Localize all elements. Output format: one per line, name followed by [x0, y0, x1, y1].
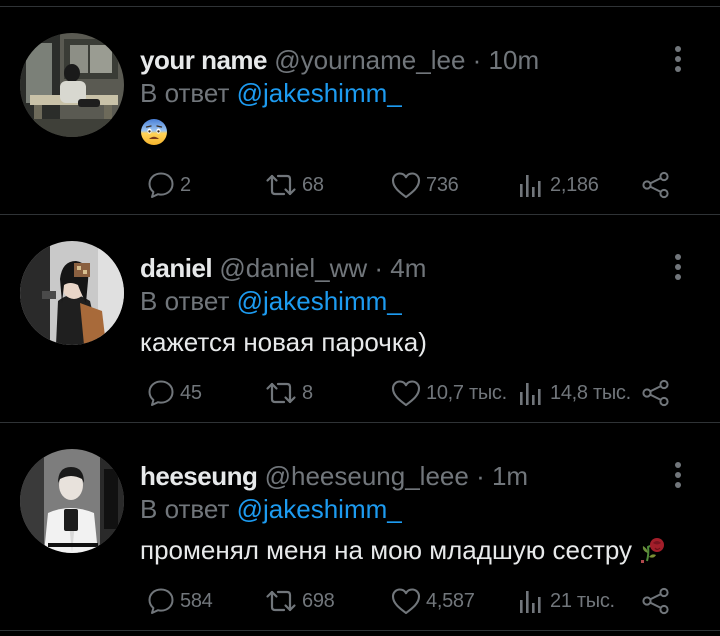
display-name[interactable]: daniel — [140, 253, 213, 283]
display-name[interactable]: heeseung — [140, 461, 258, 491]
username[interactable]: @yourname_lee — [274, 45, 465, 75]
reply-context: В ответ @jakeshimm_ — [140, 77, 402, 109]
tweet-header: heeseung @heeseung_leee · 1m — [140, 459, 528, 493]
more-icon — [675, 46, 681, 52]
retweet-icon — [266, 382, 296, 404]
divider — [0, 630, 720, 631]
avatar-image — [20, 241, 124, 345]
more-icon-dot — [675, 482, 681, 488]
reply-mention[interactable]: @jakeshimm_ — [237, 494, 402, 524]
reply-button[interactable]: 2 — [146, 167, 191, 203]
more-options-button[interactable] — [670, 459, 686, 491]
share-icon — [642, 587, 669, 615]
share-button[interactable] — [640, 583, 672, 619]
more-icon — [675, 254, 681, 260]
timestamp[interactable]: · 4m — [374, 253, 426, 283]
like-button[interactable]: 4,587 — [390, 583, 475, 619]
reply-icon — [148, 172, 174, 198]
tweet-3[interactable]: heeseung @heeseung_leee · 1m В ответ @ja… — [0, 423, 720, 631]
share-icon — [642, 379, 669, 407]
avatar-image — [20, 449, 124, 553]
like-icon — [391, 380, 421, 407]
tweet-header: daniel @daniel_ww · 4m — [140, 251, 426, 285]
more-icon-dot — [675, 472, 681, 478]
reply-count: 45 — [180, 381, 202, 404]
reply-count: 584 — [180, 589, 213, 612]
username[interactable]: @heeseung_leee — [265, 461, 469, 491]
username[interactable]: @daniel_ww — [219, 253, 367, 283]
reply-button[interactable]: 584 — [146, 583, 213, 619]
like-icon — [391, 588, 421, 615]
timestamp[interactable]: · 10m — [473, 45, 539, 75]
reply-prefix: В ответ — [140, 78, 230, 108]
avatar[interactable] — [20, 33, 124, 137]
tweet-2[interactable]: daniel @daniel_ww · 4m В ответ @jakeshim… — [0, 215, 720, 423]
views-count: 14,8 тыс. — [550, 381, 631, 404]
reply-context: В ответ @jakeshimm_ — [140, 493, 402, 525]
tweet-feed: your name @yourname_lee · 10m В ответ @j… — [0, 0, 720, 636]
wilted-rose-emoji — [639, 533, 667, 571]
retweet-button[interactable]: 68 — [264, 167, 324, 203]
share-button[interactable] — [640, 375, 672, 411]
tweet-1[interactable]: your name @yourname_lee · 10m В ответ @j… — [0, 7, 720, 215]
retweet-button[interactable]: 698 — [264, 583, 335, 619]
reply-prefix: В ответ — [140, 494, 230, 524]
tweet-text-content: променял меня на мою младшую сестру — [140, 535, 633, 565]
views-icon — [520, 591, 541, 613]
views-count: 21 тыс. — [550, 589, 615, 612]
reply-count: 2 — [180, 173, 191, 196]
timestamp[interactable]: · 1m — [476, 461, 528, 491]
reply-icon — [148, 380, 174, 406]
tweet-text: променял меня на мою младшую сестру — [140, 533, 667, 571]
like-button[interactable]: 10,7 тыс. — [390, 375, 507, 411]
more-icon — [675, 462, 681, 468]
like-count: 4,587 — [426, 589, 475, 612]
reply-mention[interactable]: @jakeshimm_ — [237, 286, 402, 316]
more-icon-dot — [675, 264, 681, 270]
tweet-text-content: кажется новая парочка) — [140, 327, 427, 357]
tweet-text: кажется новая парочка) — [140, 325, 427, 359]
reply-mention[interactable]: @jakeshimm_ — [237, 78, 402, 108]
like-count: 10,7 тыс. — [426, 381, 507, 404]
views-count: 2,186 — [550, 173, 599, 196]
views-icon — [520, 175, 541, 197]
retweet-button[interactable]: 8 — [264, 375, 313, 411]
more-options-button[interactable] — [670, 251, 686, 283]
tweet-header: your name @yourname_lee · 10m — [140, 43, 539, 77]
reply-button[interactable]: 45 — [146, 375, 202, 411]
tweet-text — [140, 117, 168, 154]
share-button[interactable] — [640, 167, 672, 203]
views-button[interactable]: 2,186 — [516, 167, 599, 203]
more-icon-dot — [675, 56, 681, 62]
reply-prefix: В ответ — [140, 286, 230, 316]
views-button[interactable]: 14,8 тыс. — [516, 375, 631, 411]
more-icon-dot — [675, 274, 681, 280]
avatar[interactable] — [20, 241, 124, 345]
retweet-icon — [266, 174, 296, 196]
more-options-button[interactable] — [670, 43, 686, 75]
tweet-actions: 45 8 10,7 тыс. 14,8 тыс. — [140, 375, 700, 411]
views-button[interactable]: 21 тыс. — [516, 583, 615, 619]
retweet-count: 68 — [302, 173, 324, 196]
avatar[interactable] — [20, 449, 124, 553]
retweet-count: 698 — [302, 589, 335, 612]
like-count: 736 — [426, 173, 459, 196]
display-name[interactable]: your name — [140, 45, 268, 75]
fearful-face-emoji — [140, 118, 168, 154]
reply-icon — [148, 588, 174, 614]
reply-context: В ответ @jakeshimm_ — [140, 285, 402, 317]
views-icon — [520, 383, 541, 405]
avatar-image — [20, 33, 124, 137]
retweet-icon — [266, 590, 296, 612]
share-icon — [642, 171, 669, 199]
tweet-actions: 2 68 736 2,186 — [140, 167, 700, 203]
more-icon-dot — [675, 66, 681, 72]
retweet-count: 8 — [302, 381, 313, 404]
tweet-actions: 584 698 4,587 21 тыс. — [140, 583, 700, 619]
like-button[interactable]: 736 — [390, 167, 459, 203]
like-icon — [391, 172, 421, 199]
